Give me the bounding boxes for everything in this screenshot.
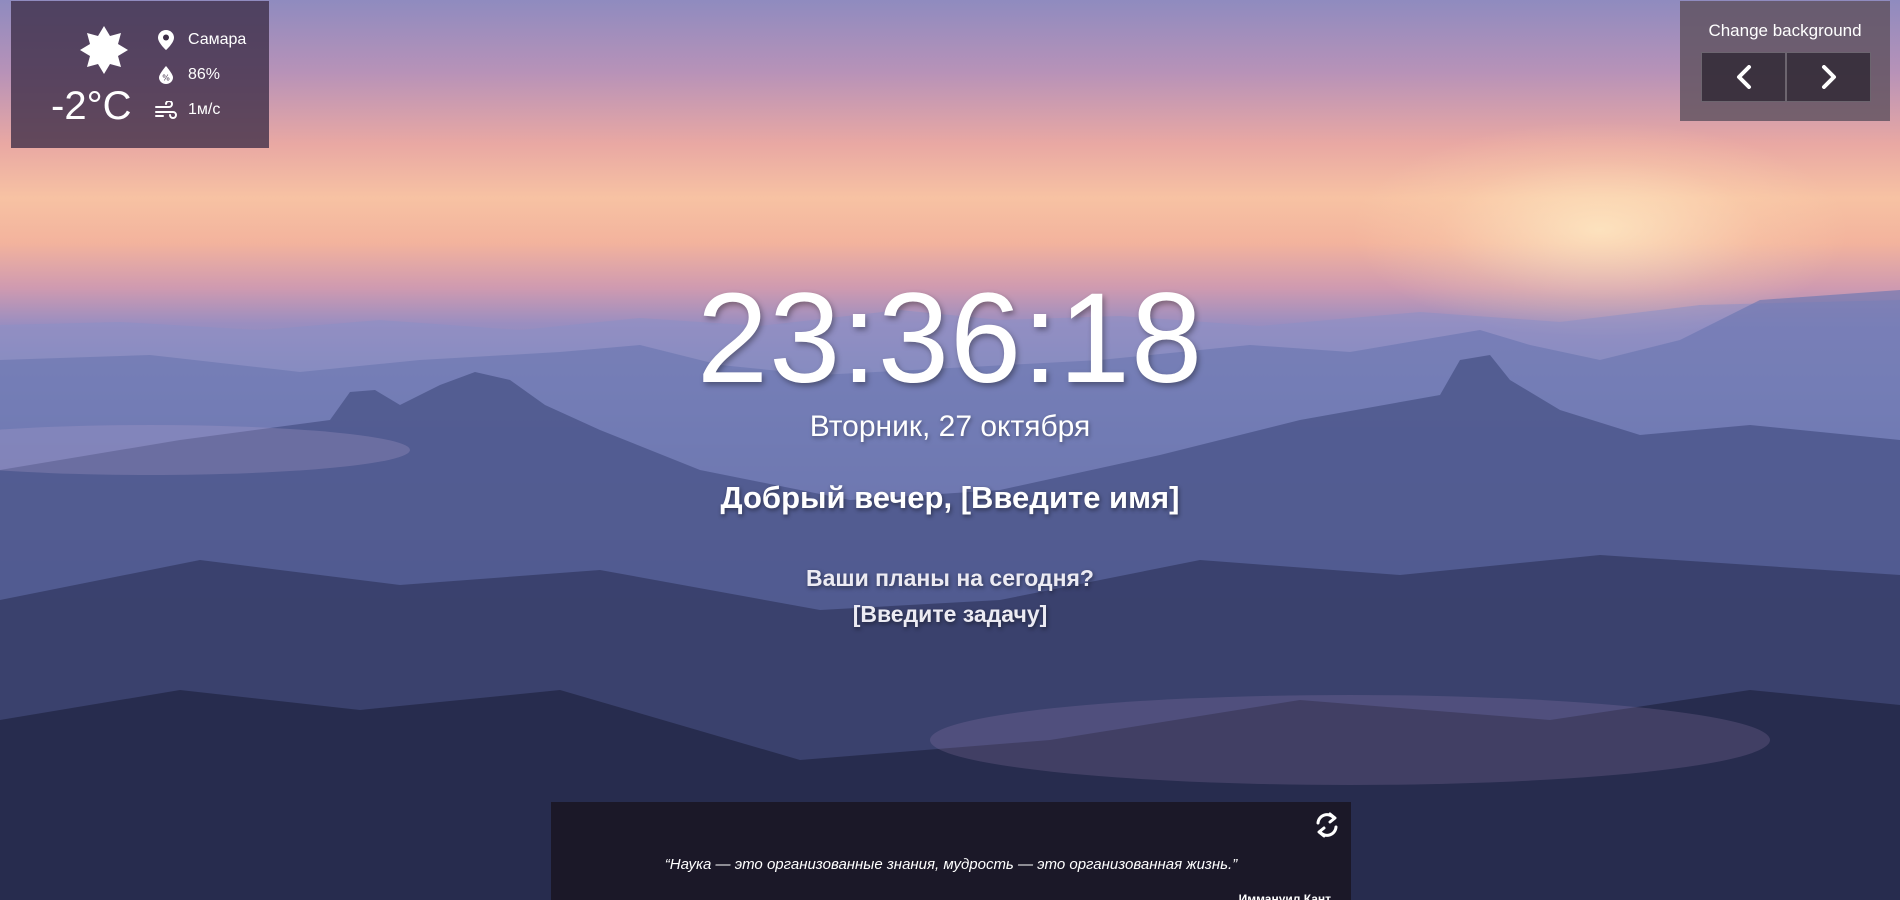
background-switcher-title: Change background bbox=[1708, 21, 1862, 40]
quote-text: “Наука — это организованные знания, мудр… bbox=[664, 856, 1238, 873]
refresh-quote-button[interactable] bbox=[1312, 810, 1342, 840]
weather-humidity: 86% bbox=[188, 66, 221, 83]
task-input[interactable]: [Введите задачу] bbox=[0, 601, 1900, 628]
chevron-left-icon bbox=[1736, 65, 1751, 89]
temperature: -2°C bbox=[51, 84, 132, 128]
weather-city[interactable]: Самара bbox=[188, 31, 246, 49]
quote-author: Иммануил Кант bbox=[1238, 892, 1331, 900]
humidity-drop-icon: % bbox=[154, 64, 178, 86]
previous-background-button[interactable] bbox=[1701, 52, 1786, 102]
weather-widget: -2°C Самара % 86% 1м/с bbox=[11, 1, 269, 148]
background-switcher: Change background bbox=[1680, 1, 1890, 121]
quote-panel: “Наука — это организованные знания, мудр… bbox=[551, 802, 1351, 900]
chevron-right-icon bbox=[1821, 65, 1836, 89]
svg-text:%: % bbox=[162, 74, 170, 83]
clock-date: Вторник, 27 октября bbox=[809, 410, 1091, 443]
greeting: Добрый вечер, [Введите имя] bbox=[0, 480, 1900, 516]
greeting-text: Добрый вечер, bbox=[720, 480, 961, 515]
background-image bbox=[0, 0, 1900, 900]
weather-humidity-row: % 86% bbox=[154, 64, 220, 86]
mountain-landscape bbox=[0, 290, 1900, 900]
focus-question: Ваши планы на сегодня? bbox=[806, 565, 1094, 591]
weather-wind-row: 1м/с bbox=[154, 99, 220, 121]
weather-wind: 1м/с bbox=[188, 101, 221, 118]
weather-city-row: Самара bbox=[154, 29, 246, 51]
clock-time: 23:36:18 bbox=[696, 267, 1204, 410]
sun-icon bbox=[80, 26, 128, 74]
location-pin-icon bbox=[154, 29, 178, 51]
refresh-icon bbox=[1316, 812, 1338, 838]
name-input[interactable]: [Введите имя] bbox=[961, 480, 1180, 515]
next-background-button[interactable] bbox=[1786, 52, 1871, 102]
wind-icon bbox=[154, 99, 178, 121]
